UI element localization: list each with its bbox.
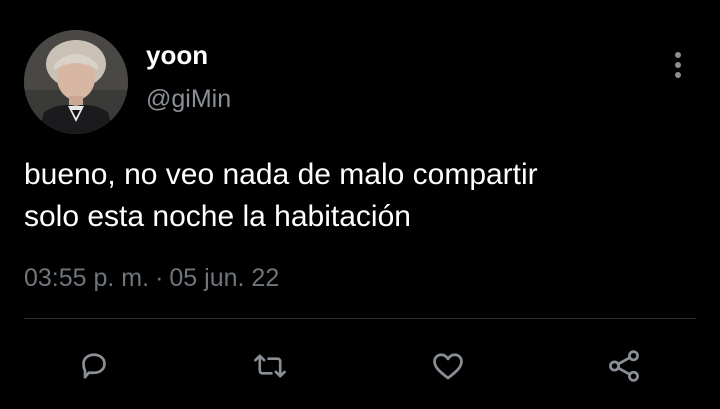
tweet-timestamp[interactable]: 03:55 p. m. · 05 jun. 22 — [24, 262, 279, 294]
avatar[interactable] — [24, 30, 128, 134]
avatar-image — [24, 30, 128, 134]
user-handle[interactable]: @giMin — [146, 84, 231, 114]
reply-icon — [82, 353, 106, 379]
retweet-button[interactable] — [248, 344, 292, 388]
tweet-card: yoon @giMin bueno, no veo nada de malo c… — [0, 0, 720, 409]
display-name[interactable]: yoon — [146, 40, 208, 70]
share-button[interactable] — [602, 344, 646, 388]
tweet-date: 05 jun. 22 — [169, 264, 280, 292]
tweet-text-line: solo esta noche la habitación — [24, 200, 411, 233]
heart-icon — [433, 353, 463, 380]
meta-separator: · — [155, 264, 164, 292]
share-icon — [609, 350, 639, 382]
reply-button[interactable] — [72, 344, 116, 388]
retweet-icon — [254, 354, 286, 378]
tweet-time: 03:55 p. m. — [24, 264, 150, 292]
divider — [24, 318, 696, 319]
more-options-button[interactable] — [664, 48, 692, 82]
tweet-text-line: bueno, no veo nada de malo compartir — [24, 158, 538, 191]
tweet-text: bueno, no veo nada de malo compartir sol… — [24, 154, 684, 238]
more-vertical-icon — [675, 52, 681, 78]
like-button[interactable] — [426, 344, 470, 388]
